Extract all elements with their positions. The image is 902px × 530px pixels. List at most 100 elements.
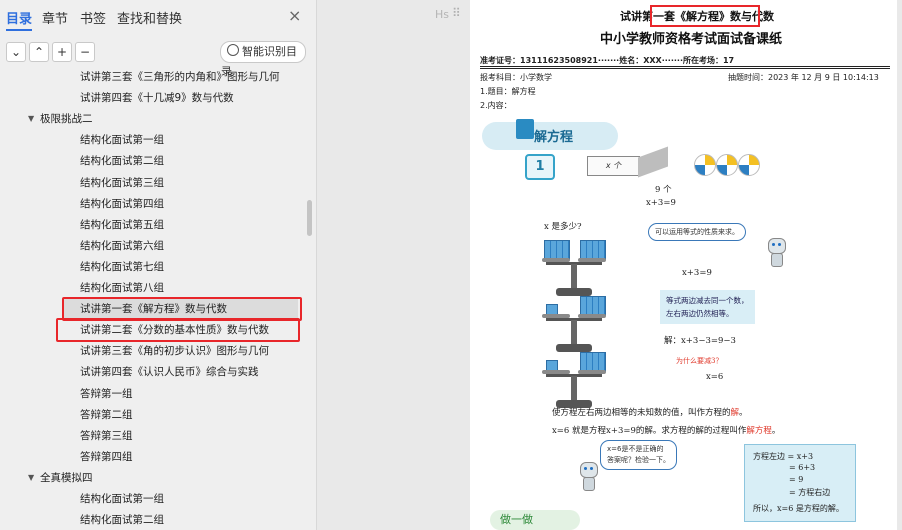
speech-bubble-check: x=6是不是正确的 答案呢？检验一下。 bbox=[600, 440, 677, 470]
divider-line bbox=[480, 66, 890, 67]
outline-item[interactable]: 答辩第四组 bbox=[80, 447, 133, 467]
statement-text: x=6 就是方程x+3=9的解。求方程的解的过程叫作解方程。 bbox=[552, 424, 780, 436]
outline-item[interactable]: 结构化面试第二组 bbox=[80, 510, 164, 530]
doc-subtitle: 中小学教师资格考试面试备课纸 bbox=[600, 32, 783, 47]
why-question: 为什么要减3？ bbox=[676, 357, 723, 365]
smart-recognize-toc-button[interactable]: 智能识别目录 bbox=[220, 41, 306, 78]
scale-post bbox=[571, 264, 577, 290]
outline-group[interactable]: 全真模拟四 bbox=[40, 468, 93, 488]
check-line-3: = 9 bbox=[789, 475, 804, 484]
outline-item[interactable]: 试讲第三套《角的初步认识》图形与几何 bbox=[80, 341, 269, 361]
draw-time: 抽题时间：2023 年 12 月 9 日 10:14:13 bbox=[728, 73, 879, 82]
robot-icon bbox=[764, 238, 788, 268]
outline-item[interactable]: 答辩第三组 bbox=[80, 426, 133, 446]
practice-banner: 做一做 bbox=[490, 510, 580, 530]
block-3d-face bbox=[638, 146, 668, 178]
statement-key: 解方程 bbox=[746, 426, 772, 436]
expand-arrow-icon[interactable]: ▼ bbox=[28, 473, 34, 482]
heading-highlight-box bbox=[650, 5, 760, 27]
cube-group bbox=[580, 296, 606, 316]
item-title: 1.题目：解方程 bbox=[480, 87, 536, 96]
section-number: 1 bbox=[525, 154, 555, 180]
scale-post bbox=[571, 376, 577, 402]
outline-scrollbar[interactable] bbox=[307, 200, 312, 236]
definition-pre: 使方程左右两边相等的未知数的值，叫作方程的 bbox=[552, 408, 731, 418]
tip-box: 等式两边减去同一个数， 左右两边仍然相等。 bbox=[660, 290, 755, 324]
check-box: 方程左边 = x+3 = 6+3 = 9 = 方程右边 所以，x=6 是方程的解… bbox=[744, 444, 856, 522]
tip-line-1: 等式两边减去同一个数， bbox=[666, 296, 749, 305]
close-panel-icon[interactable]: × bbox=[288, 6, 301, 25]
outline-item[interactable]: 答辩第一组 bbox=[80, 384, 133, 404]
tab-toc[interactable]: 目录 bbox=[6, 8, 32, 27]
speech-bubble-hint: 可以运用等式的性质来求。 bbox=[648, 223, 746, 241]
outline-item[interactable]: 结构化面试第六组 bbox=[80, 236, 164, 256]
robot-icon bbox=[576, 462, 600, 492]
unknown-block: x 个 bbox=[587, 156, 640, 176]
definition-post: 。 bbox=[739, 408, 748, 418]
ball-icon bbox=[716, 154, 738, 176]
ball-icon bbox=[738, 154, 760, 176]
drag-handle-icon[interactable]: ⠿ bbox=[452, 6, 461, 20]
check-bubble-line-1: x=6是不是正确的 bbox=[607, 445, 664, 453]
definition-key: 解 bbox=[730, 408, 740, 418]
outline-item[interactable]: 结构化面试第一组 bbox=[80, 489, 164, 509]
remove-heading-button[interactable]: − bbox=[75, 42, 95, 62]
outline-item[interactable]: 结构化面试第一组 bbox=[80, 130, 164, 150]
add-heading-button[interactable]: + bbox=[52, 42, 72, 62]
outline-item[interactable]: 试讲第三套《三角形的内角和》图形与几何 bbox=[80, 67, 280, 87]
check-bubble-line-2: 答案呢？检验一下。 bbox=[607, 456, 670, 464]
outline-item[interactable]: 结构化面试第五组 bbox=[80, 215, 164, 235]
statement-post: 。 bbox=[771, 426, 781, 436]
cube-group bbox=[580, 352, 606, 372]
question-text: x 是多少? bbox=[544, 222, 582, 232]
outline-item[interactable]: 结构化面试第三组 bbox=[80, 173, 164, 193]
balance-scale-3 bbox=[542, 348, 606, 414]
cube-group bbox=[544, 240, 570, 260]
result-value: x=6 bbox=[706, 372, 724, 382]
outline-tree: 试讲第三套《三角形的内角和》图形与几何 试讲第四套《十几减9》数与代数 ▼ 极限挑战二… bbox=[0, 66, 316, 530]
check-line-1: 方程左边 = x+3 bbox=[753, 452, 814, 461]
outline-item[interactable]: 试讲第四套《认识人民币》综合与实践 bbox=[80, 362, 259, 382]
smart-recognize-icon bbox=[227, 44, 239, 56]
divider-line-2 bbox=[480, 68, 890, 69]
tab-find-replace[interactable]: 查找和替换 bbox=[117, 8, 182, 27]
equation-top: x+3=9 bbox=[646, 198, 676, 208]
outline-highlight-box bbox=[56, 318, 300, 343]
solution-step: 解：x+3−3=9−3 bbox=[664, 336, 736, 346]
outline-group[interactable]: 极限挑战二 bbox=[40, 109, 93, 129]
outline-item[interactable]: 结构化面试第二组 bbox=[80, 151, 164, 171]
expand-arrow-icon[interactable]: ▼ bbox=[28, 114, 34, 123]
outline-item[interactable]: 结构化面试第四组 bbox=[80, 194, 164, 214]
item-content: 2.内容： bbox=[480, 101, 512, 110]
book-icon bbox=[516, 119, 534, 139]
subject-label: 报考科目：小学数学 bbox=[480, 73, 552, 82]
exam-info-line: 准考证号：13111623508921·······姓名：XXX·······所… bbox=[480, 56, 735, 65]
statement-pre: x=6 就是方程x+3=9的解。求方程的解的过程叫作 bbox=[552, 426, 747, 436]
outline-toolbar: ⌄ ⌃ + − 智能识别目录 bbox=[0, 40, 316, 78]
outline-item[interactable]: 答辩第二组 bbox=[80, 405, 133, 425]
cube-group bbox=[580, 240, 606, 260]
active-tab-indicator bbox=[6, 29, 32, 31]
tab-bookmarks[interactable]: 书签 bbox=[80, 8, 106, 27]
collapse-all-button[interactable]: ⌄ bbox=[6, 42, 26, 62]
count-label: 9 个 bbox=[655, 185, 672, 195]
document-area: Hs ⠿ 试讲第一套《解方程》数与代数 中小学教师资格考试面试备课纸 准考证号：… bbox=[317, 0, 902, 530]
equation-mid: x+3=9 bbox=[682, 268, 712, 278]
tab-chapters[interactable]: 章节 bbox=[42, 8, 68, 27]
banner-title: 解方程 bbox=[534, 130, 574, 145]
panel-tab-bar: 目录 章节 书签 查找和替换 × bbox=[0, 0, 316, 34]
outline-item[interactable]: 试讲第四套《十几减9》数与代数 bbox=[80, 88, 234, 108]
navigation-panel: 目录 章节 书签 查找和替换 × ⌄ ⌃ + − 智能识别目录 试讲第三套《三角… bbox=[0, 0, 317, 530]
outline-item[interactable]: 结构化面试第八组 bbox=[80, 278, 164, 298]
check-line-2: = 6+3 bbox=[789, 463, 816, 472]
scale-post bbox=[571, 320, 577, 346]
outline-item[interactable]: 结构化面试第七组 bbox=[80, 257, 164, 277]
definition-text: 使方程左右两边相等的未知数的值，叫作方程的解。 bbox=[552, 406, 748, 418]
heading-style-icon[interactable]: Hs bbox=[435, 8, 449, 21]
check-line-4: = 方程右边 bbox=[789, 488, 831, 497]
expand-all-button[interactable]: ⌃ bbox=[29, 42, 49, 62]
check-line-5: 所以，x=6 是方程的解。 bbox=[753, 504, 844, 513]
ball-icon bbox=[694, 154, 716, 176]
document-page[interactable]: 试讲第一套《解方程》数与代数 中小学教师资格考试面试备课纸 准考证号：13111… bbox=[470, 0, 897, 530]
tip-line-2: 左右两边仍然相等。 bbox=[666, 309, 734, 318]
